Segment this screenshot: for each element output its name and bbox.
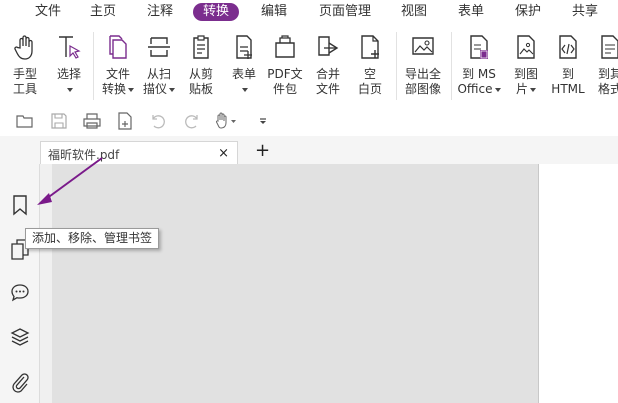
menu-form[interactable]: 表单	[458, 3, 484, 21]
blank-page-icon	[354, 34, 386, 60]
to-html-button[interactable]: 到 HTML	[549, 34, 587, 97]
menu-bar: 文件 主页 注释 转换 编辑 页面管理 视图 表单 保护 共享	[0, 0, 618, 24]
other-format-icon	[592, 34, 618, 60]
document-tab-bar: 福昕软件.pdf ×	[0, 136, 618, 165]
ribbon-separator	[396, 32, 397, 100]
undo-icon[interactable]	[149, 112, 167, 130]
clipboard-icon	[184, 34, 218, 60]
export-images-icon	[401, 34, 445, 60]
text-cursor-icon	[52, 34, 86, 60]
file-convert-caret[interactable]	[128, 87, 134, 92]
menu-protect[interactable]: 保护	[515, 3, 541, 21]
menu-file[interactable]: 文件	[35, 3, 61, 21]
comment-icon[interactable]	[10, 282, 30, 302]
bookmark-tooltip: 添加、移除、管理书签	[25, 228, 160, 249]
menu-edit[interactable]: 编辑	[261, 3, 287, 21]
menu-home[interactable]: 主页	[90, 3, 116, 21]
merge-files-button[interactable]: 合并 文件	[311, 34, 345, 97]
package-icon	[266, 34, 304, 60]
hand-icon	[8, 34, 42, 60]
menu-convert[interactable]: 转换	[193, 3, 240, 21]
document-tab-label: 福昕软件.pdf	[48, 148, 120, 162]
to-image-button[interactable]: 到图 片	[510, 34, 542, 97]
print-icon[interactable]	[83, 112, 101, 130]
navigation-sidebar	[0, 164, 40, 403]
select-dropdown-caret[interactable]	[67, 87, 73, 92]
ribbon-toolbar: 手型 工具 选择 文件 转换 从扫 描仪 从剪 贴板 表单 PDF文 件包 合并…	[0, 24, 618, 106]
attachment-icon[interactable]	[10, 371, 30, 393]
document-tab[interactable]: 福昕软件.pdf ×	[40, 141, 238, 165]
quick-access-toolbar	[0, 106, 618, 136]
blank-page-button[interactable]: 空 白页	[354, 34, 386, 97]
ribbon-separator	[451, 32, 452, 100]
from-scanner-button[interactable]: 从扫 描仪	[141, 34, 177, 97]
layers-icon[interactable]	[10, 326, 30, 346]
select-tool-button[interactable]: 选择	[52, 34, 86, 97]
export-images-button[interactable]: 导出全 部图像	[401, 34, 445, 97]
canvas-margin	[40, 164, 52, 403]
image-icon	[510, 34, 542, 60]
to-image-caret[interactable]	[530, 87, 536, 92]
menu-comment[interactable]: 注释	[147, 3, 173, 21]
to-ms-office-caret[interactable]	[494, 87, 501, 92]
document-canvas[interactable]	[40, 164, 618, 403]
new-tab-button[interactable]: +	[255, 142, 270, 160]
scanner-icon	[141, 34, 177, 60]
file-convert-button[interactable]: 文件 转换	[99, 34, 137, 97]
redo-icon[interactable]	[183, 112, 201, 130]
menu-share[interactable]: 共享	[572, 3, 598, 21]
close-icon[interactable]: ×	[218, 147, 229, 160]
to-other-format-button[interactable]: 到其 格式	[592, 34, 618, 97]
open-folder-icon[interactable]	[16, 112, 34, 130]
form-caret[interactable]	[242, 87, 248, 92]
from-scanner-caret[interactable]	[169, 87, 175, 92]
hand-tool-button[interactable]: 手型 工具	[8, 34, 42, 97]
merge-icon	[311, 34, 345, 60]
hand-dropdown-icon[interactable]	[214, 112, 238, 130]
to-ms-office-button[interactable]: 到 MS Office	[456, 34, 502, 97]
menu-view[interactable]: 视图	[401, 3, 427, 21]
bookmark-icon[interactable]	[10, 194, 30, 216]
form-icon	[227, 34, 261, 60]
pdf-page[interactable]	[538, 164, 618, 403]
file-icon	[99, 34, 137, 60]
from-clipboard-button[interactable]: 从剪 贴板	[184, 34, 218, 97]
html-icon	[549, 34, 587, 60]
customize-icon[interactable]	[257, 112, 269, 130]
save-icon[interactable]	[50, 112, 68, 130]
pdf-package-button[interactable]: PDF文 件包	[266, 34, 304, 97]
menu-page-management[interactable]: 页面管理	[319, 3, 371, 21]
new-file-icon[interactable]	[116, 112, 134, 130]
office-icon	[456, 34, 502, 60]
ribbon-separator	[93, 32, 94, 100]
form-button[interactable]: 表单	[227, 34, 261, 97]
